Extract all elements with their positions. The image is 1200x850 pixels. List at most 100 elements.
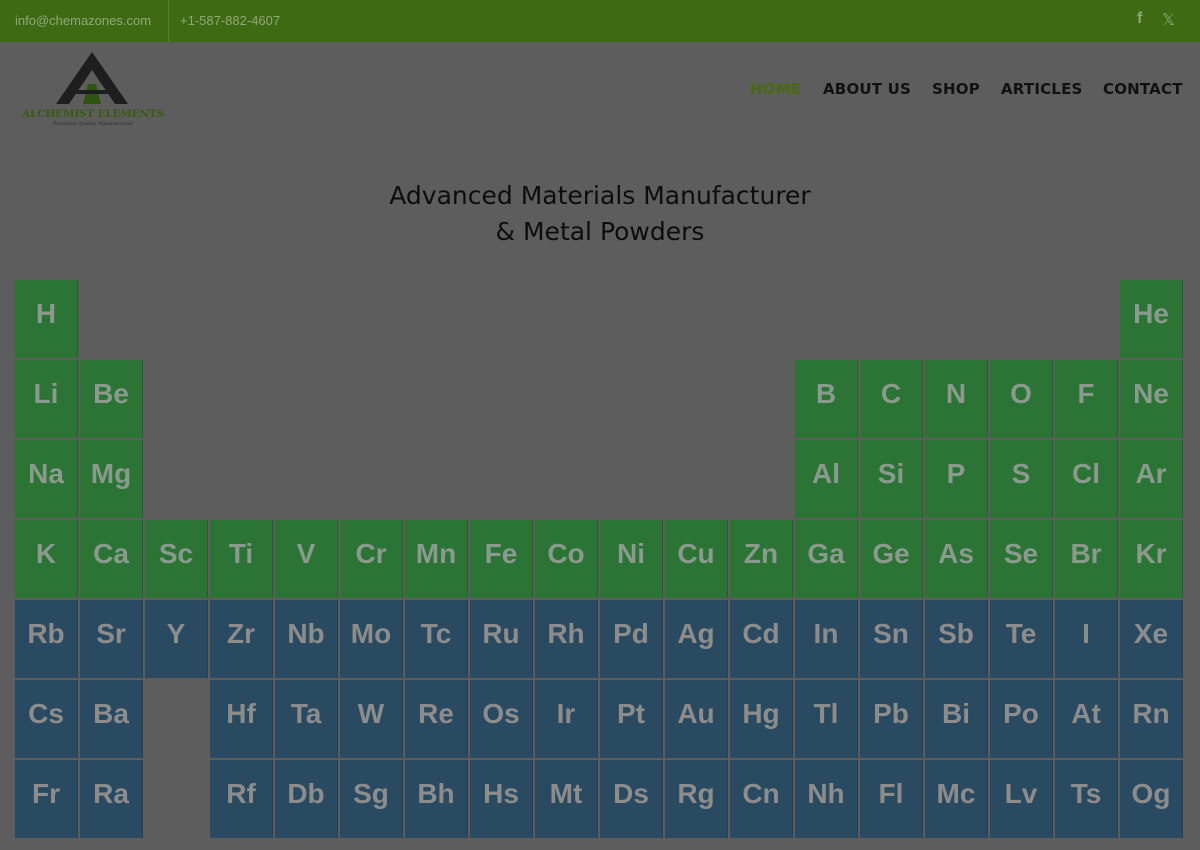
element-tile-rb[interactable]: Rb (15, 600, 78, 678)
element-tile-mt[interactable]: Mt (535, 760, 598, 838)
element-tile-sn[interactable]: Sn (860, 600, 923, 678)
nav-articles[interactable]: ARTICLES (1001, 80, 1083, 98)
element-tile-tl[interactable]: Tl (795, 680, 858, 758)
element-tile-zn[interactable]: Zn (730, 520, 793, 598)
element-tile-ru[interactable]: Ru (470, 600, 533, 678)
element-tile-fe[interactable]: Fe (470, 520, 533, 598)
element-tile-mn[interactable]: Mn (405, 520, 468, 598)
element-tile-rf[interactable]: Rf (210, 760, 273, 838)
element-tile-p[interactable]: P (925, 440, 988, 518)
element-symbol: Pt (617, 698, 645, 729)
element-tile-k[interactable]: K (15, 520, 78, 598)
element-tile-v[interactable]: V (275, 520, 338, 598)
element-tile-nb[interactable]: Nb (275, 600, 338, 678)
element-tile-kr[interactable]: Kr (1120, 520, 1183, 598)
element-tile-ts[interactable]: Ts (1055, 760, 1118, 838)
element-tile-w[interactable]: W (340, 680, 403, 758)
element-tile-f[interactable]: F (1055, 360, 1118, 438)
element-tile-bi[interactable]: Bi (925, 680, 988, 758)
element-tile-rh[interactable]: Rh (535, 600, 598, 678)
element-tile-i[interactable]: I (1055, 600, 1118, 678)
element-tile-ti[interactable]: Ti (210, 520, 273, 598)
element-tile-bh[interactable]: Bh (405, 760, 468, 838)
element-tile-hs[interactable]: Hs (470, 760, 533, 838)
element-tile-cn[interactable]: Cn (730, 760, 793, 838)
element-tile-n[interactable]: N (925, 360, 988, 438)
element-tile-sg[interactable]: Sg (340, 760, 403, 838)
element-tile-rg[interactable]: Rg (665, 760, 728, 838)
element-tile-fr[interactable]: Fr (15, 760, 78, 838)
element-tile-lv[interactable]: Lv (990, 760, 1053, 838)
element-tile-ir[interactable]: Ir (535, 680, 598, 758)
email-link[interactable]: info@chemazones.com (15, 13, 151, 28)
element-tile-ta[interactable]: Ta (275, 680, 338, 758)
element-tile-in[interactable]: In (795, 600, 858, 678)
element-tile-mo[interactable]: Mo (340, 600, 403, 678)
element-tile-be[interactable]: Be (80, 360, 143, 438)
element-tile-mg[interactable]: Mg (80, 440, 143, 518)
element-tile-ar[interactable]: Ar (1120, 440, 1183, 518)
nav-home[interactable]: HOME (750, 80, 801, 98)
element-tile-og[interactable]: Og (1120, 760, 1183, 838)
element-tile-xe[interactable]: Xe (1120, 600, 1183, 678)
element-tile-hg[interactable]: Hg (730, 680, 793, 758)
element-symbol: Ir (556, 698, 576, 729)
element-tile-pt[interactable]: Pt (600, 680, 663, 758)
element-tile-tc[interactable]: Tc (405, 600, 468, 678)
element-tile-re[interactable]: Re (405, 680, 468, 758)
nav-contact[interactable]: CONTACT (1103, 80, 1183, 98)
nav-shop[interactable]: SHOP (932, 80, 980, 98)
element-tile-au[interactable]: Au (665, 680, 728, 758)
element-tile-sb[interactable]: Sb (925, 600, 988, 678)
element-tile-ag[interactable]: Ag (665, 600, 728, 678)
element-tile-mc[interactable]: Mc (925, 760, 988, 838)
element-symbol: S (1011, 458, 1031, 489)
element-tile-se[interactable]: Se (990, 520, 1053, 598)
element-tile-s[interactable]: S (990, 440, 1053, 518)
element-tile-o[interactable]: O (990, 360, 1053, 438)
element-tile-cu[interactable]: Cu (665, 520, 728, 598)
element-tile-cd[interactable]: Cd (730, 600, 793, 678)
element-tile-sr[interactable]: Sr (80, 600, 143, 678)
phone-link[interactable]: +1-587-882-4607 (180, 13, 280, 28)
element-tile-te[interactable]: Te (990, 600, 1053, 678)
element-tile-db[interactable]: Db (275, 760, 338, 838)
element-tile-cs[interactable]: Cs (15, 680, 78, 758)
element-tile-os[interactable]: Os (470, 680, 533, 758)
element-tile-cl[interactable]: Cl (1055, 440, 1118, 518)
element-tile-ga[interactable]: Ga (795, 520, 858, 598)
element-tile-po[interactable]: Po (990, 680, 1053, 758)
element-tile-pd[interactable]: Pd (600, 600, 663, 678)
element-tile-hf[interactable]: Hf (210, 680, 273, 758)
element-tile-ra[interactable]: Ra (80, 760, 143, 838)
element-tile-br[interactable]: Br (1055, 520, 1118, 598)
element-tile-si[interactable]: Si (860, 440, 923, 518)
element-tile-at[interactable]: At (1055, 680, 1118, 758)
element-tile-ne[interactable]: Ne (1120, 360, 1183, 438)
x-icon[interactable]: 𝕏 (1162, 10, 1175, 30)
element-tile-as[interactable]: As (925, 520, 988, 598)
element-tile-b[interactable]: B (795, 360, 858, 438)
element-tile-nh[interactable]: Nh (795, 760, 858, 838)
element-tile-fl[interactable]: Fl (860, 760, 923, 838)
element-tile-li[interactable]: Li (15, 360, 78, 438)
element-tile-al[interactable]: Al (795, 440, 858, 518)
element-tile-ba[interactable]: Ba (80, 680, 143, 758)
element-tile-ca[interactable]: Ca (80, 520, 143, 598)
element-tile-cr[interactable]: Cr (340, 520, 403, 598)
element-tile-y[interactable]: Y (145, 600, 208, 678)
element-tile-h[interactable]: H (15, 280, 78, 358)
element-tile-rn[interactable]: Rn (1120, 680, 1183, 758)
facebook-icon[interactable]: f (1137, 10, 1142, 28)
element-tile-ni[interactable]: Ni (600, 520, 663, 598)
element-tile-pb[interactable]: Pb (860, 680, 923, 758)
element-tile-zr[interactable]: Zr (210, 600, 273, 678)
nav-about-us[interactable]: ABOUT US (823, 80, 911, 98)
element-tile-co[interactable]: Co (535, 520, 598, 598)
element-tile-he[interactable]: He (1120, 280, 1183, 358)
element-tile-ge[interactable]: Ge (860, 520, 923, 598)
element-tile-ds[interactable]: Ds (600, 760, 663, 838)
element-tile-sc[interactable]: Sc (145, 520, 208, 598)
element-tile-c[interactable]: C (860, 360, 923, 438)
element-tile-na[interactable]: Na (15, 440, 78, 518)
